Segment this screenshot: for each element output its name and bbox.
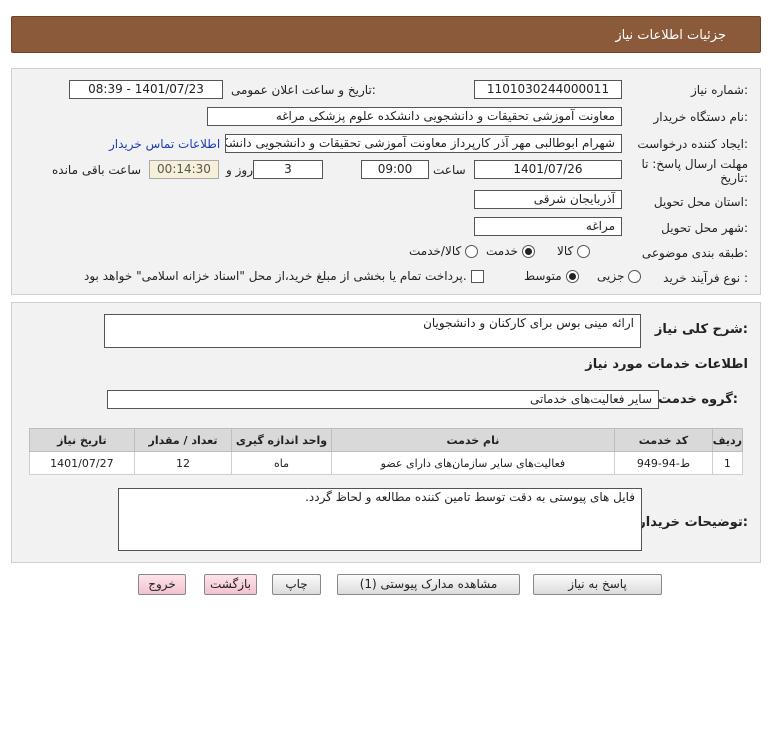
buyer-notes-label: توضیحات خریدار: (638, 515, 748, 530)
exit-button[interactable]: خروج (138, 574, 186, 595)
col-service-name: نام خدمت (330, 428, 616, 452)
process-label: نوع فرآیند خرید : (663, 271, 748, 285)
cell-service-code: ط-94-949 (614, 451, 713, 475)
process-option-minor[interactable]: جزیی (597, 269, 642, 283)
deadline-date-field: 1401/07/26 (474, 160, 622, 179)
cell-service-name: فعالیت‌های سایر سازمان‌های دارای عضو (330, 451, 616, 475)
buyer-org-label: نام دستگاه خریدار: (653, 110, 749, 124)
process-option-medium[interactable]: متوسط (524, 269, 579, 283)
col-unit: واحد اندازه گیری (231, 428, 332, 452)
buyer-org-field: معاونت آموزشی تحقیقات و دانشجویی دانشکده… (207, 107, 622, 126)
col-quantity: تعداد / مقدار (133, 428, 233, 452)
province-label: استان محل تحویل: (653, 195, 748, 209)
deadline-date-label: تاریخ: (720, 171, 748, 185)
general-desc-label: شرح کلی نیاز: (654, 322, 748, 337)
payment-treasury-option[interactable]: پرداخت تمام یا بخشی از مبلغ خرید،از محل … (84, 269, 484, 283)
back-button[interactable]: بازگشت (204, 574, 257, 595)
cell-need-date: 1401/07/27 (29, 451, 135, 475)
cell-row-number: 1 (711, 451, 744, 475)
checkbox-icon[interactable] (470, 270, 484, 283)
radio-icon[interactable] (577, 245, 591, 258)
col-row-number: ردیف (711, 428, 744, 452)
need-info-panel: شماره نیاز: 1101030244000011 تاریخ و ساع… (11, 68, 761, 295)
page-header: جزئیات اطلاعات نیاز (11, 16, 761, 53)
radio-selected-icon[interactable] (565, 270, 579, 283)
creator-field: شهرام ابوطالبی مهر آذر کارپرداز معاونت آ… (225, 134, 622, 153)
city-field: مراغه (474, 217, 622, 236)
deadline-time-field: 09:00 (361, 160, 429, 179)
days-label: روز و (226, 163, 253, 177)
deadline-time-label: ساعت (433, 163, 466, 177)
services-section-title: اطلاعات خدمات مورد نیاز (585, 357, 748, 372)
city-label: شهر محل تحویل: (661, 221, 748, 235)
province-field: آذربایجان شرقی (474, 190, 622, 209)
table-row: 1 ط-94-949 فعالیت‌های سایر سازمان‌های دا… (29, 451, 744, 475)
cell-unit: ماه (231, 451, 332, 475)
page-title: جزئیات اطلاعات نیاز (615, 28, 726, 43)
remaining-time-field: 00:14:30 (149, 160, 219, 179)
announce-label: تاریخ و ساعت اعلان عمومی: (231, 83, 376, 97)
view-attachments-button[interactable]: مشاهده مدارک پیوستی (1) (337, 574, 520, 595)
category-option-goods-service[interactable]: کالا/خدمت (409, 244, 479, 258)
need-number-field: 1101030244000011 (474, 80, 622, 99)
print-button[interactable]: چاپ (272, 574, 321, 595)
radio-icon[interactable] (628, 270, 642, 283)
general-desc-field: ارائه مینی بوس برای کارکنان و دانشجویان (104, 314, 641, 348)
announce-field: 1401/07/23 - 08:39 (69, 80, 223, 99)
buyer-notes-field: فایل های پیوستی به دقت توسط تامین کننده … (118, 488, 642, 551)
service-group-label: گروه خدمت: (658, 392, 738, 407)
services-table: ردیف کد خدمت نام خدمت واحد اندازه گیری ت… (29, 428, 744, 475)
category-option-service[interactable]: خدمت (486, 244, 535, 258)
radio-selected-icon[interactable] (521, 245, 535, 258)
need-number-label: شماره نیاز: (690, 83, 748, 97)
payment-note: پرداخت تمام یا بخشی از مبلغ خرید،از محل … (84, 269, 467, 283)
creator-label: ایجاد کننده درخواست: (637, 137, 748, 151)
category-option-goods[interactable]: کالا (557, 244, 591, 258)
need-details-panel: شرح کلی نیاز: ارائه مینی بوس برای کارکنا… (11, 302, 761, 563)
col-service-code: کد خدمت (614, 428, 713, 452)
table-header-row: ردیف کد خدمت نام خدمت واحد اندازه گیری ت… (29, 428, 744, 452)
remaining-label: ساعت باقی مانده (52, 163, 142, 177)
days-field: 3 (253, 160, 323, 179)
category-label: طبقه بندی موضوعی: (641, 246, 748, 260)
col-need-date: تاریخ نیاز (29, 428, 135, 452)
service-group-field: سایر فعالیت‌های خدماتی (107, 390, 659, 409)
buyer-contact-link[interactable]: اطلاعات تماس خریدار (109, 137, 220, 151)
cell-quantity: 12 (133, 451, 233, 475)
radio-icon[interactable] (465, 245, 479, 258)
deadline-label: مهلت ارسال پاسخ: تا (641, 157, 748, 171)
reply-to-need-button[interactable]: پاسخ به نیاز (533, 574, 662, 595)
